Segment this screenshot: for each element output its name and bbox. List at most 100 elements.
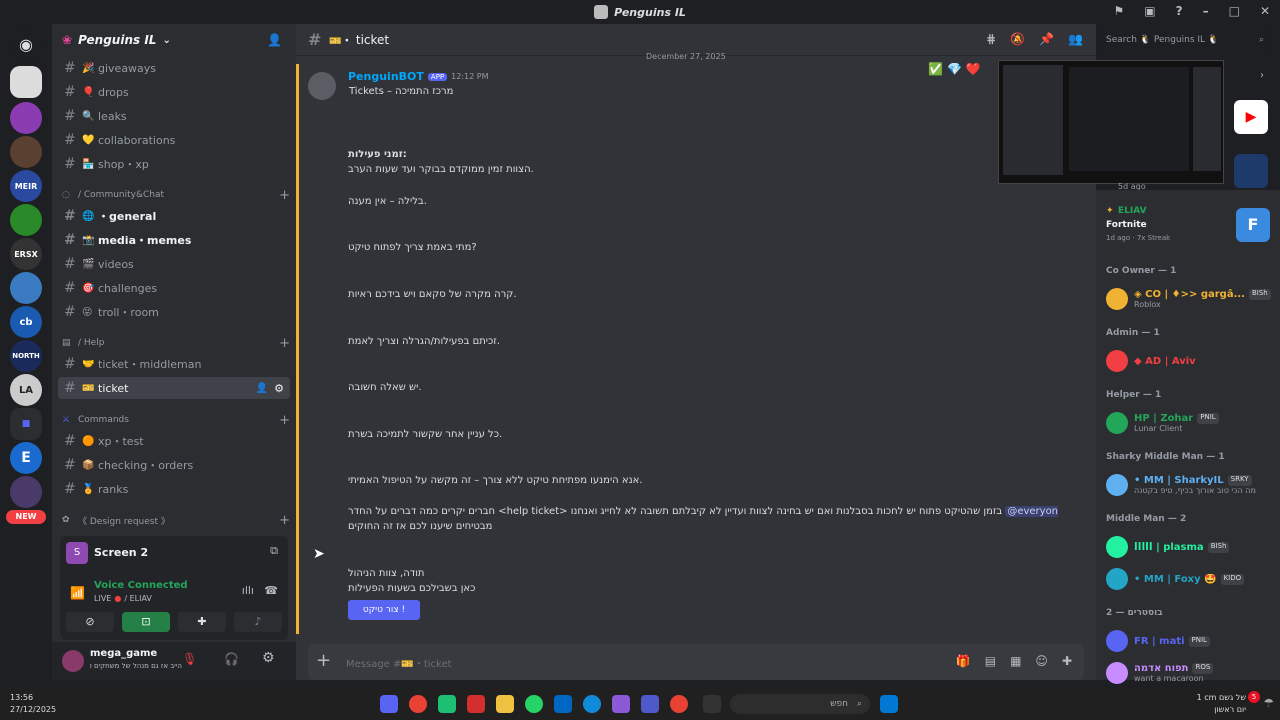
clock[interactable]: 13:56 bbox=[10, 692, 56, 704]
server-icon[interactable]: E bbox=[10, 442, 42, 474]
add-member-icon[interactable]: 👤 bbox=[267, 33, 282, 47]
message-author[interactable]: PenguinBOT bbox=[348, 70, 424, 83]
voice-status[interactable]: Voice Connected bbox=[94, 580, 188, 591]
edge-icon[interactable] bbox=[583, 695, 601, 713]
invite-icon[interactable]: 👤 bbox=[256, 383, 268, 394]
diamond-icon[interactable]: 💎 bbox=[947, 62, 962, 76]
channel-item[interactable]: # 💛 collaborations bbox=[58, 129, 290, 151]
avatar[interactable] bbox=[1106, 474, 1128, 496]
member-item[interactable]: HP | Zohar PNIL Lunar Client bbox=[1106, 408, 1276, 438]
share-screen-button[interactable]: ⊡ bbox=[122, 612, 170, 632]
member-item[interactable]: תפוח אדמה ROS want a macaroon bbox=[1106, 658, 1276, 688]
add-attachment-icon[interactable]: + bbox=[316, 650, 331, 671]
gift-icon[interactable]: 🎁 bbox=[956, 654, 971, 668]
stream-preview[interactable] bbox=[998, 60, 1224, 184]
server-icon[interactable]: cb bbox=[10, 306, 42, 338]
channel-item[interactable]: # 📦 checking・orders bbox=[58, 454, 290, 476]
deafen-icon[interactable]: 🎧 bbox=[224, 652, 239, 666]
server-icon[interactable]: ERSX bbox=[10, 238, 42, 270]
channel-item[interactable]: # 🎬 videos bbox=[58, 253, 290, 275]
member-item[interactable]: • MM | SharkyIL SRKY מה הכי טוב אורוך בכיף… bbox=[1106, 470, 1276, 500]
taskbar-search[interactable]: חפש ⌕ bbox=[730, 694, 870, 714]
server-icon[interactable] bbox=[10, 476, 42, 508]
channel-item-selected[interactable]: # 🎫 ticket 👤 ⚙ bbox=[58, 377, 290, 399]
inbox-icon[interactable]: ⚑ bbox=[1114, 4, 1125, 18]
app-icon[interactable] bbox=[703, 695, 721, 713]
threads-icon[interactable]: ⋕ bbox=[986, 32, 996, 46]
popout-icon[interactable]: ⧉ bbox=[270, 544, 278, 558]
members-icon[interactable]: 👥 bbox=[1068, 32, 1083, 46]
maximize-icon[interactable]: □ bbox=[1229, 4, 1240, 18]
add-channel-icon[interactable]: + bbox=[279, 513, 290, 528]
signal-icon[interactable]: 📶 bbox=[70, 586, 85, 600]
gear-icon[interactable]: ⚙ bbox=[274, 382, 284, 395]
avatar[interactable] bbox=[1106, 412, 1128, 434]
notification-badge[interactable]: 5 bbox=[1248, 691, 1260, 703]
activities-button[interactable]: ✚ bbox=[178, 612, 226, 632]
bot-avatar[interactable] bbox=[308, 72, 336, 100]
chrome-icon[interactable] bbox=[409, 695, 427, 713]
screen-icon[interactable]: ▣ bbox=[1144, 4, 1155, 18]
whatsapp-icon[interactable] bbox=[525, 695, 543, 713]
avatar[interactable] bbox=[1106, 350, 1128, 372]
app-icon[interactable] bbox=[438, 695, 456, 713]
soundboard-button[interactable]: ♪ bbox=[234, 612, 282, 632]
collapse-icon[interactable]: › bbox=[1260, 70, 1264, 81]
channel-item[interactable]: # 🎉 giveaways bbox=[58, 57, 290, 79]
member-item[interactable]: ◈ CO | ♦>> gargâ... BISh Roblox bbox=[1106, 284, 1276, 314]
search-input[interactable]: Search 🐧 Penguins IL 🐧 ⌕ bbox=[1100, 30, 1270, 50]
member-item[interactable]: • MM | Foxy 🤩 KIDO bbox=[1106, 564, 1276, 594]
avatar[interactable] bbox=[1106, 536, 1128, 558]
date[interactable]: 27/12/2025 bbox=[10, 704, 56, 716]
channel-item[interactable]: # 🌐 ・general bbox=[58, 205, 290, 227]
server-icon[interactable] bbox=[10, 102, 42, 134]
copilot-icon[interactable] bbox=[612, 695, 630, 713]
voice-channel[interactable]: / ELIAV bbox=[124, 594, 152, 603]
apps-icon[interactable]: ✚ bbox=[1062, 654, 1072, 668]
add-channel-icon[interactable]: + bbox=[279, 413, 290, 428]
channel-item[interactable]: # 🤝 ticket・middleman bbox=[58, 353, 290, 375]
create-ticket-button[interactable]: צור טיקט ! bbox=[348, 600, 420, 620]
channel-item[interactable]: # 🏅 ranks bbox=[58, 478, 290, 500]
category-help[interactable]: ▤ / Help + bbox=[62, 335, 290, 351]
mute-bell-icon[interactable]: 🔕 bbox=[1010, 32, 1025, 46]
app-icon[interactable] bbox=[467, 695, 485, 713]
add-channel-icon[interactable]: + bbox=[279, 188, 290, 203]
avatar[interactable] bbox=[1106, 568, 1128, 590]
avatar[interactable] bbox=[62, 650, 84, 672]
help-icon[interactable]: ? bbox=[1176, 4, 1183, 18]
rocket-league-icon[interactable] bbox=[1234, 154, 1268, 188]
avatar[interactable] bbox=[1106, 630, 1128, 652]
emoji-icon[interactable]: ☺ bbox=[1035, 654, 1048, 668]
gear-icon[interactable]: ⚙ bbox=[262, 650, 275, 666]
server-icon[interactable] bbox=[10, 204, 42, 236]
category-commands[interactable]: ⚔ Commands + bbox=[62, 412, 290, 428]
message-input[interactable]: Message #🎫・ticket bbox=[346, 655, 452, 670]
gif-icon[interactable]: ▤ bbox=[985, 654, 996, 668]
server-icon[interactable]: NORTH bbox=[10, 340, 42, 372]
server-icon[interactable]: MEIR bbox=[10, 170, 42, 202]
server-icon[interactable] bbox=[10, 272, 42, 304]
youtube-icon[interactable]: ▶ bbox=[1234, 100, 1268, 134]
close-icon[interactable]: ✕ bbox=[1260, 4, 1270, 18]
channel-item[interactable]: # 🔍 leaks bbox=[58, 105, 290, 127]
activity-card[interactable]: ✦ ELIAV Fortnite 1d ago · 7x Streak F bbox=[1102, 204, 1274, 248]
noise-icon[interactable]: ıllı bbox=[242, 584, 254, 597]
camera-button[interactable]: ⊘ bbox=[66, 612, 114, 632]
channel-item[interactable]: # 🎈 drops bbox=[58, 81, 290, 103]
discord-taskbar-icon[interactable] bbox=[380, 695, 398, 713]
pin-icon[interactable]: 📌 bbox=[1039, 32, 1054, 46]
guild-header[interactable]: ❀ Penguins IL ⌄ 👤 bbox=[52, 24, 296, 56]
folder-icon[interactable] bbox=[496, 695, 514, 713]
store-icon[interactable] bbox=[554, 695, 572, 713]
mute-icon[interactable]: 🎙 bbox=[182, 652, 197, 666]
add-channel-icon[interactable]: + bbox=[279, 336, 290, 351]
server-folder-icon[interactable]: ■ bbox=[10, 408, 42, 440]
check-icon[interactable]: ✅ bbox=[928, 62, 943, 76]
member-item[interactable]: ꟾꟾꟾꟾꟾ | plasma BISh bbox=[1106, 532, 1276, 562]
teams-icon[interactable] bbox=[641, 695, 659, 713]
channel-item[interactable]: # 🎯 challenges bbox=[58, 277, 290, 299]
reaction-icons[interactable]: ✅ 💎 ❤️ bbox=[928, 62, 981, 76]
discord-home-icon[interactable]: ◉ bbox=[10, 28, 42, 60]
heart-icon[interactable]: ❤️ bbox=[966, 62, 981, 76]
